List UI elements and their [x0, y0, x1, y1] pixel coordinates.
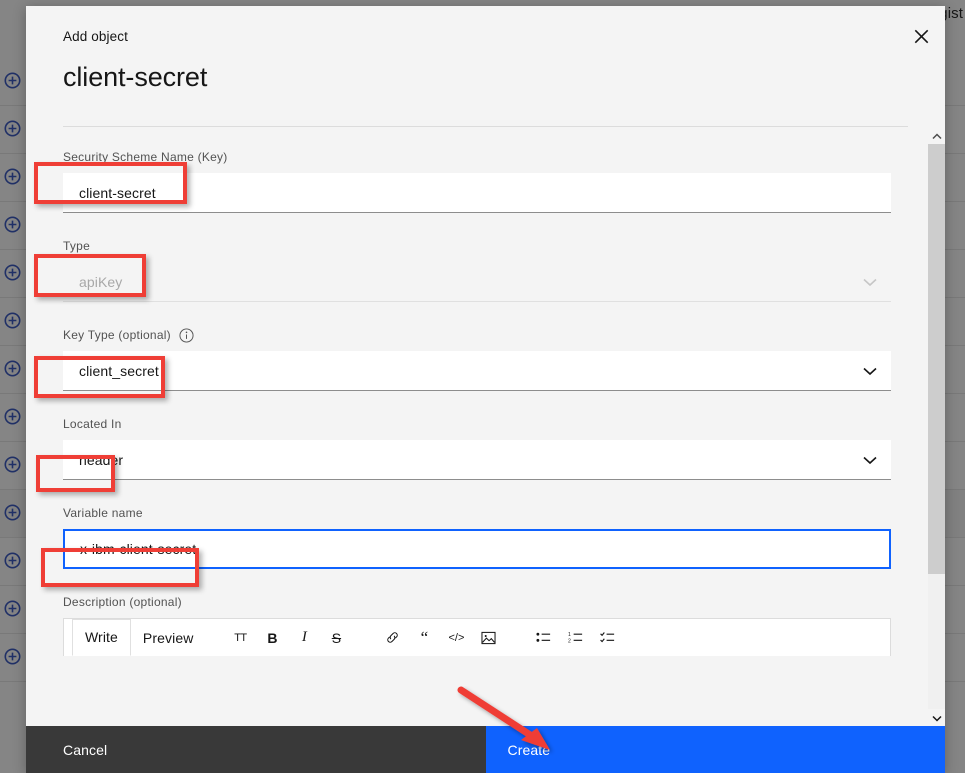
field-label-key-type-text: Key Type (optional): [63, 328, 171, 342]
numbered-list-icon[interactable]: 1 2: [561, 623, 591, 653]
task-list-icon[interactable]: [593, 623, 623, 653]
svg-text:1: 1: [568, 632, 571, 638]
markdown-toolbar: Write Preview TT B I S “ </> 1 2: [64, 619, 890, 656]
image-icon[interactable]: [473, 623, 503, 653]
located-in-select-wrap: header: [63, 440, 891, 480]
info-icon[interactable]: [179, 327, 194, 343]
toolbar-group-lists: 1 2: [529, 623, 623, 653]
field-label-variable-name: Variable name: [63, 506, 143, 520]
field-security-scheme-name: Security Scheme Name (Key): [63, 149, 891, 213]
located-in-select[interactable]: header: [63, 440, 891, 480]
modal-body-wrap: Security Scheme Name (Key) Type apiKey: [26, 127, 945, 726]
add-object-modal: Add object client-secret Security Scheme…: [26, 6, 945, 773]
field-label-type: Type: [63, 239, 91, 253]
italic-icon[interactable]: I: [289, 623, 319, 653]
chevron-down-icon: [931, 709, 942, 727]
close-icon: [914, 29, 929, 44]
modal-header: Add object client-secret: [26, 6, 945, 104]
field-type: Type apiKey: [63, 238, 891, 302]
page-title: client-secret: [63, 62, 208, 92]
quote-icon[interactable]: “: [409, 623, 439, 653]
key-type-select-wrap: client_secret: [63, 351, 891, 391]
tab-write[interactable]: Write: [72, 619, 131, 656]
strikethrough-icon[interactable]: S: [321, 623, 351, 653]
modal-footer: Cancel Create: [26, 726, 945, 773]
bold-icon[interactable]: B: [257, 623, 287, 653]
toolbar-group-insert: “ </>: [377, 623, 503, 653]
code-icon[interactable]: </>: [441, 623, 471, 653]
bulleted-list-icon[interactable]: [529, 623, 559, 653]
field-variable-name: Variable name: [63, 505, 891, 569]
scrollbar-track[interactable]: [928, 144, 945, 709]
type-select-wrap: apiKey: [63, 262, 891, 302]
tab-preview[interactable]: Preview: [131, 620, 206, 656]
heading-icon[interactable]: TT: [225, 623, 255, 653]
scroll-up-button[interactable]: [928, 127, 945, 144]
screen-root: gist Add object client-secret Securi: [0, 0, 965, 773]
toolbar-group-text: TT B I S: [225, 623, 351, 653]
field-key-type: Key Type (optional) client_secret: [63, 327, 891, 391]
scrollbar-thumb[interactable]: [928, 144, 945, 574]
svg-text:2: 2: [568, 639, 571, 644]
field-label-key-type: Key Type (optional): [63, 327, 891, 343]
variable-name-input[interactable]: [63, 529, 891, 569]
scroll-down-button[interactable]: [928, 709, 945, 726]
modal-body: Security Scheme Name (Key) Type apiKey: [26, 127, 928, 726]
close-button[interactable]: [897, 12, 945, 60]
type-select[interactable]: apiKey: [63, 262, 891, 302]
field-description: Description (optional) Write Preview TT: [63, 594, 891, 656]
chevron-up-icon: [931, 127, 942, 145]
modal-eyebrow: Add object: [63, 29, 128, 44]
modal-scrollbar[interactable]: [928, 127, 945, 726]
create-button[interactable]: Create: [485, 726, 945, 773]
security-scheme-name-input[interactable]: [63, 173, 891, 213]
field-label-description: Description (optional): [63, 595, 182, 609]
cancel-button[interactable]: Cancel: [26, 726, 486, 773]
link-icon[interactable]: [377, 623, 407, 653]
field-label-located-in: Located In: [63, 417, 122, 431]
description-markdown-editor: Write Preview TT B I S “ </> 1 2: [63, 618, 891, 656]
field-located-in: Located In header: [63, 416, 891, 480]
key-type-select[interactable]: client_secret: [63, 351, 891, 391]
field-label-security-scheme-name: Security Scheme Name (Key): [63, 150, 228, 164]
